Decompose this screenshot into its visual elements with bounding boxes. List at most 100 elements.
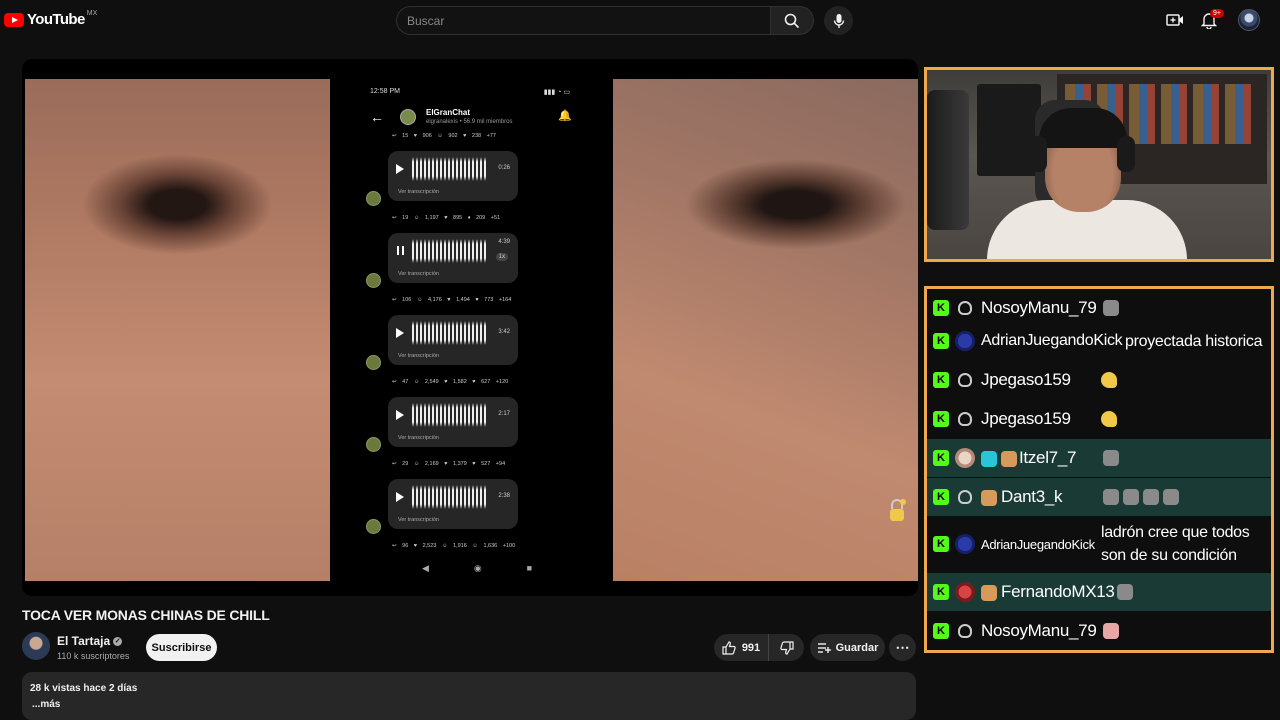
reaction-row: ↩ 29 ☺ 2,169 ♥ 1,379 ♥ 527 +94 — [392, 461, 506, 467]
face-closeup-left — [25, 79, 330, 581]
dislike-button[interactable] — [769, 634, 804, 661]
search-input[interactable] — [397, 7, 770, 34]
channel-name-text: El Tartaja — [57, 634, 111, 648]
voice-message: 2:17 Ver transcripción — [388, 397, 518, 447]
chat-emote — [1103, 449, 1119, 468]
verified-check-icon: ✓ — [113, 637, 123, 647]
transcript-link: Ver transcripción — [398, 189, 439, 195]
chat-message: K FernandoMX13 — [927, 573, 1271, 611]
playlist-add-icon — [817, 642, 831, 653]
chat-message: K NosoyManu_79 — [927, 612, 1271, 650]
kick-badge-icon: K — [933, 450, 949, 466]
subscribe-button[interactable]: Suscribirse — [146, 634, 217, 661]
group-members: elgranalexis • 56.9 mil miembros — [426, 119, 513, 125]
more-horizontal-icon: ⋯ — [895, 639, 910, 655]
voice-duration: 2:17 — [498, 411, 510, 417]
video-player[interactable]: 12:58 PM ▮▮▮ ◔ ▭ ← ElGranChat elgranalex… — [22, 59, 918, 596]
cat-emote-icon — [1117, 584, 1133, 601]
play-icon — [396, 164, 404, 174]
chat-badges — [981, 582, 997, 602]
phone-chat-header: ← ElGranChat elgranalexis • 56.9 mil mie… — [368, 105, 572, 129]
search-button[interactable] — [770, 6, 814, 35]
face-closeup-right — [613, 79, 918, 581]
chat-username: Itzel7_7 — [1019, 448, 1077, 467]
thumbs-down-icon — [779, 640, 794, 655]
headphones-icon — [1117, 136, 1135, 172]
kick-badge-icon: K — [933, 372, 949, 388]
save-button[interactable]: Guardar — [810, 634, 885, 661]
user-icon — [958, 412, 972, 426]
bear-badge-icon — [981, 584, 997, 601]
cat-emote-icon — [1103, 450, 1119, 467]
show-more-link[interactable]: ...más — [32, 699, 60, 710]
play-icon — [396, 492, 404, 502]
chat-text: proyectada historica — [1125, 332, 1263, 350]
headphones-icon — [1029, 136, 1047, 172]
phone-bell-icon: 🔔 — [558, 110, 572, 122]
chat-emote — [1103, 299, 1119, 318]
avatar — [955, 448, 975, 468]
subscriber-count: 110 k suscriptores — [57, 651, 130, 661]
sender-avatar — [366, 355, 381, 370]
chat-username: Dant3_k — [1001, 487, 1063, 506]
voice-search-button[interactable] — [824, 6, 853, 35]
voice-duration: 2:38 — [498, 493, 510, 499]
padlock-icon — [890, 499, 906, 521]
search-icon — [784, 13, 800, 28]
chat-username: NosoyManu_79 — [981, 621, 1097, 640]
user-icon — [958, 301, 972, 315]
voice-duration: 0:26 — [498, 165, 510, 171]
sender-avatar — [366, 273, 381, 288]
more-actions-button[interactable]: ⋯ — [889, 634, 916, 661]
chat-emote — [1101, 410, 1117, 429]
back-arrow-icon: ← — [370, 109, 384, 125]
streamer-hair — [1039, 108, 1127, 148]
phone-screenshot: 12:58 PM ▮▮▮ ◔ ▭ ← ElGranChat elgranalex… — [362, 81, 574, 581]
cat-emote-icon — [1103, 489, 1119, 506]
reaction-row: ↩ 106 ☺ 4,176 ♥ 1,494 ♥ 773 +164 — [392, 297, 512, 303]
like-dislike-group: 991 — [714, 634, 804, 661]
top-header: YouTube MX 9+ — [0, 0, 1280, 40]
chat-message: K AdrianJuegandoKick ladrón cree que tod… — [927, 519, 1271, 569]
play-icon — [396, 410, 404, 420]
waveform — [412, 157, 488, 181]
cat-emote-icon — [1143, 489, 1160, 506]
kick-badge-icon: K — [933, 536, 949, 552]
save-label: Guardar — [835, 641, 879, 654]
cat-emote-icon — [1123, 489, 1140, 506]
create-button[interactable] — [1164, 9, 1186, 31]
kick-badge-icon: K — [933, 300, 949, 316]
waveform — [412, 403, 488, 427]
view-count-date: 28 k vistas hace 2 días — [30, 683, 138, 694]
pig-emote-icon — [1103, 623, 1119, 640]
channel-name[interactable]: El Tartaja ✓ — [57, 634, 123, 648]
bear-badge-icon — [1001, 450, 1018, 467]
hand-emote-icon — [1101, 411, 1117, 428]
description-box[interactable]: 28 k vistas hace 2 días ...más — [22, 672, 916, 720]
user-icon — [958, 373, 972, 387]
kick-badge-icon: K — [933, 623, 949, 639]
nav-home-icon: ◉ — [473, 563, 482, 573]
channel-avatar[interactable] — [22, 632, 50, 660]
chat-message: K AdrianJuegandoKick proyectada historic… — [927, 322, 1271, 360]
playback-speed: 1x — [495, 253, 508, 261]
nav-recents-icon: ■ — [526, 563, 532, 573]
avatar — [955, 582, 975, 602]
kick-badge-icon: K — [933, 411, 949, 427]
transcript-link: Ver transcripción — [398, 435, 439, 441]
pause-icon — [397, 246, 404, 255]
kick-badge-icon: K — [933, 584, 949, 600]
avatar — [955, 534, 975, 554]
play-icon — [396, 328, 404, 338]
voice-duration: 4:39 — [498, 239, 510, 245]
chat-message: K Jpegaso159 — [927, 400, 1271, 438]
like-button[interactable]: 991 — [714, 634, 769, 661]
transcript-link: Ver transcripción — [398, 353, 439, 359]
account-avatar[interactable] — [1238, 9, 1260, 31]
youtube-watch-page: YouTube MX 9+ 12:58 PM ▮▮▮ ◔ ▭ ← — [0, 0, 1280, 720]
streamer-webcam — [924, 67, 1274, 262]
group-avatar — [400, 109, 416, 125]
youtube-logo[interactable]: YouTube MX — [4, 10, 97, 28]
chat-emote — [1101, 371, 1117, 390]
reaction-row: ↩ 15 ♥ 906 ☺ 902 ♥ 238 +77 — [392, 133, 496, 139]
